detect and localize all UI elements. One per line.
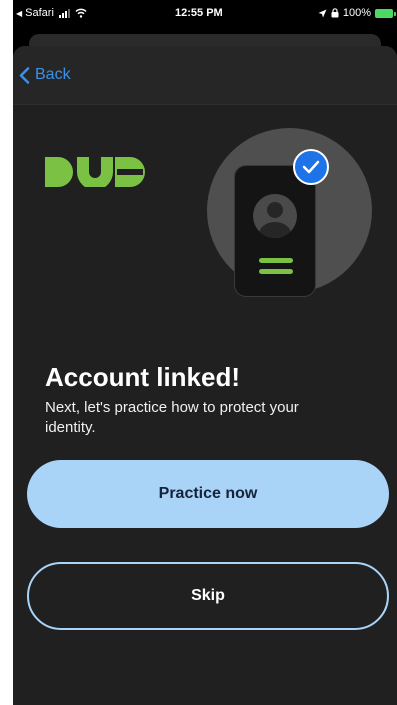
back-button[interactable]: Back [19,66,71,84]
skip-button[interactable]: Skip [27,562,389,630]
practice-now-button[interactable]: Practice now [27,460,389,528]
avatar-icon [253,194,297,238]
location-arrow-icon [318,9,327,17]
lock-rotation-icon [331,8,339,18]
status-bar: ◀ Safari 12:55 PM 100% [13,0,397,26]
carrier-label: Safari [25,7,54,19]
battery-percent: 100% [342,7,371,19]
back-label: Back [35,66,71,83]
chevron-left-icon [19,66,30,84]
status-right: 100% [318,7,396,19]
device-line [259,258,293,263]
duo-logo [45,157,145,187]
wifi-icon [75,8,87,18]
device-line [259,269,293,274]
nav-bar: Back [13,46,397,105]
page-title: Account linked! [45,362,241,392]
battery-icon [375,8,396,18]
device-illustration [234,165,316,297]
return-to-app-icon[interactable]: ◀ [16,9,22,18]
page-subtitle: Next, let's practice how to protect your… [45,399,299,436]
status-left: ◀ Safari [16,7,87,19]
checkmark-icon [293,149,329,185]
signal-icon [58,8,70,18]
status-time: 12:55 PM [175,7,223,19]
phone-screen: ◀ Safari 12:55 PM 100% Back Account link… [13,0,397,705]
